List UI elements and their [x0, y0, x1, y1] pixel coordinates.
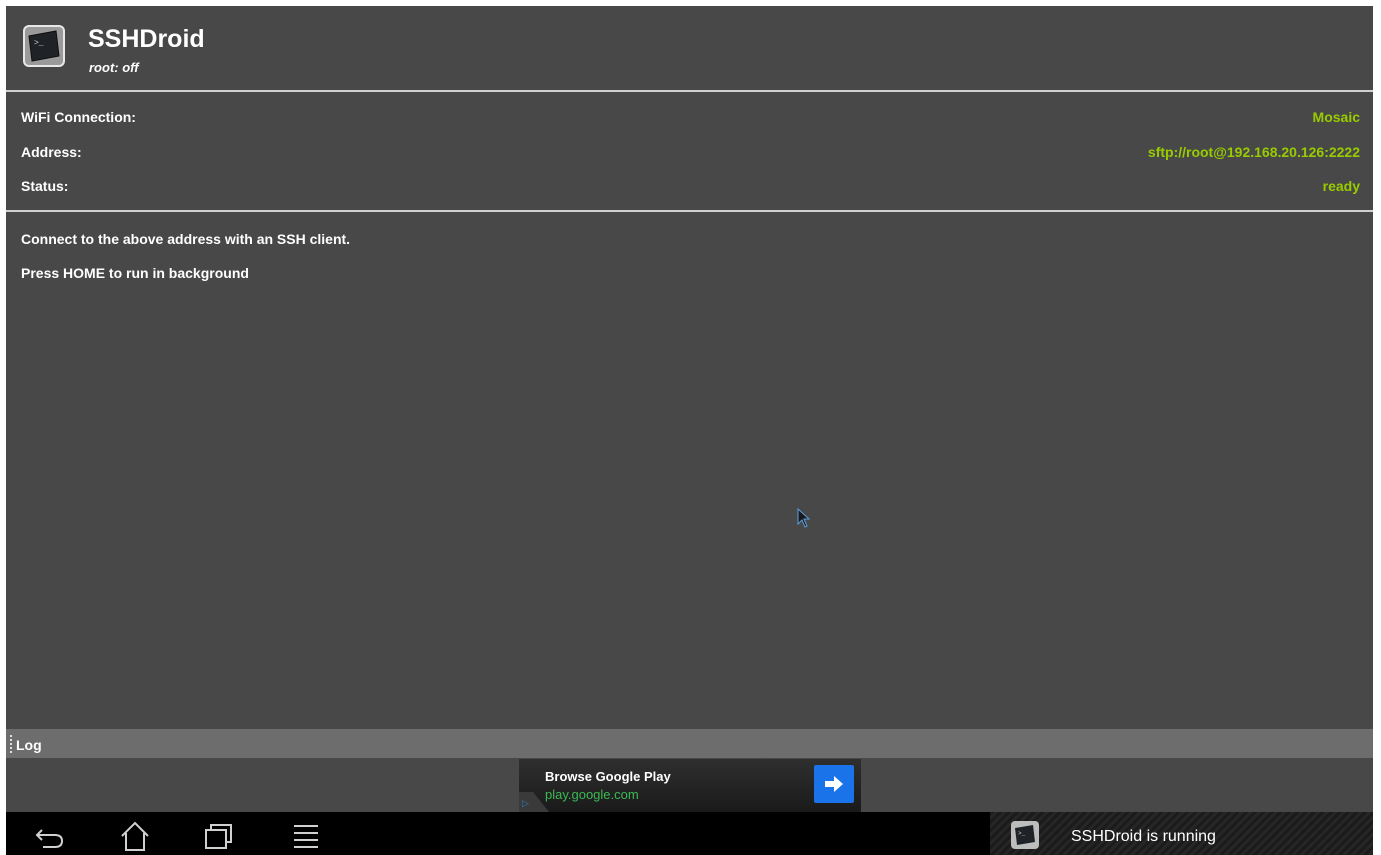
terminal-icon: >_ — [23, 25, 65, 67]
ad-title: Browse Google Play — [545, 769, 671, 784]
notification-text: SSHDroid is running — [1071, 828, 1216, 845]
ad-choices-icon: ▷ — [519, 792, 549, 812]
address-value: sftp://root@192.168.20.126:2222 — [1147, 144, 1360, 160]
status-label: Status: — [21, 178, 69, 194]
wifi-label: WiFi Connection: — [21, 109, 136, 125]
svg-text:▷: ▷ — [522, 798, 529, 808]
back-icon[interactable] — [33, 820, 67, 852]
drag-grip-icon — [10, 735, 12, 753]
log-drawer-handle[interactable]: Log — [6, 729, 1373, 758]
arrow-right-icon — [825, 776, 843, 792]
wifi-value: Mosaic — [1312, 109, 1360, 125]
app-title: SSHDroid — [88, 25, 205, 53]
mouse-cursor-icon — [797, 508, 811, 528]
status-row: Status: ready — [6, 161, 1373, 194]
connection-info: WiFi Connection: Mosaic Address: sftp://… — [6, 92, 1373, 212]
ad-banner[interactable]: Browse Google Play play.google.com ▷ — [519, 759, 861, 812]
terminal-icon: >_ — [1011, 821, 1039, 849]
root-status: root: off — [89, 60, 139, 75]
notification-area[interactable]: >_ SSHDroid is running — [990, 812, 1373, 855]
svg-text:>_: >_ — [1018, 830, 1026, 837]
log-label: Log — [16, 737, 42, 753]
app-header: >_ SSHDroid root: off — [6, 6, 1373, 92]
address-row: Address: sftp://root@192.168.20.126:2222 — [6, 127, 1373, 160]
ad-url: play.google.com — [545, 787, 639, 802]
system-navigation-bar: >_ SSHDroid is running — [6, 812, 1373, 855]
ad-arrow-button[interactable] — [814, 765, 854, 803]
recent-apps-icon[interactable] — [202, 820, 236, 852]
background-instruction: Press HOME to run in background — [21, 265, 249, 281]
connect-instruction: Connect to the above address with an SSH… — [21, 231, 351, 247]
wifi-row: WiFi Connection: Mosaic — [6, 92, 1373, 125]
svg-text:>_: >_ — [34, 39, 44, 48]
menu-icon[interactable] — [289, 820, 323, 852]
address-label: Address: — [21, 144, 82, 160]
status-value: ready — [1322, 178, 1360, 194]
home-icon[interactable] — [118, 820, 152, 852]
app-window: >_ SSHDroid root: off WiFi Connection: M… — [6, 6, 1373, 855]
